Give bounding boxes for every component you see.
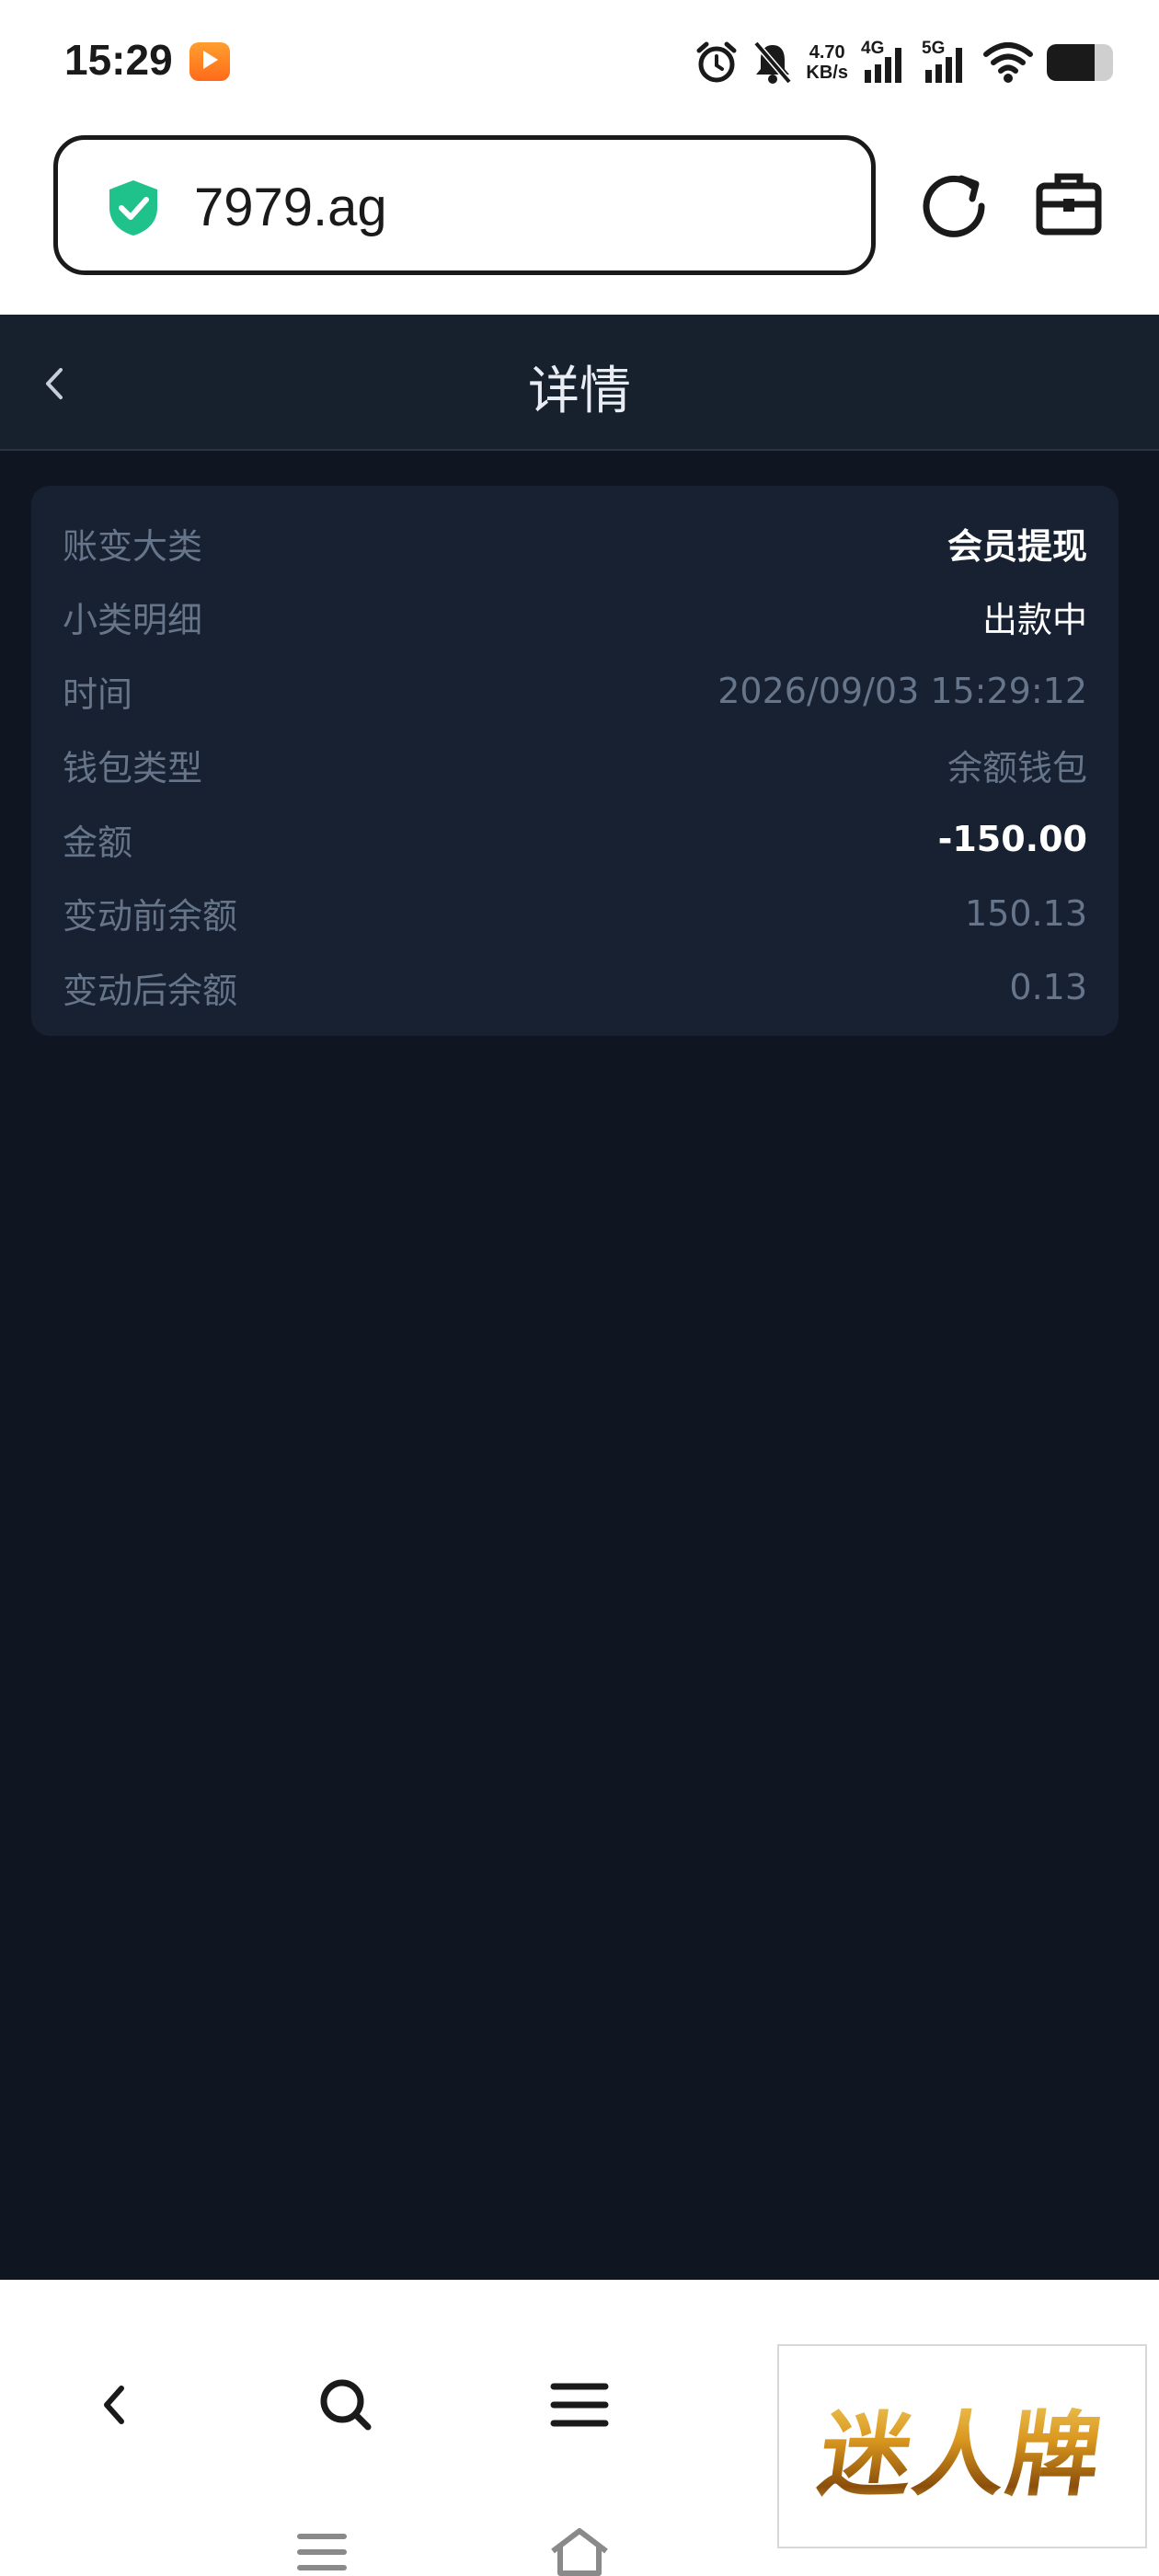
page-header: 详情 [0, 315, 1159, 451]
status-icons: 4.70 KB/s 4G 5G [694, 37, 1113, 88]
browser-toolbar: 7979.ag [0, 124, 1159, 315]
menu-icon [297, 2534, 347, 2570]
detail-card: 账变大类 会员提现 小类明细 出款中 时间 2026/09/03 15:29:1… [31, 486, 1119, 1036]
reload-button[interactable] [915, 166, 993, 243]
menu-icon [550, 2383, 609, 2427]
toolbox-button[interactable] [1030, 166, 1107, 243]
nav-menu-button[interactable] [534, 2359, 625, 2451]
detail-value: 150.13 [965, 892, 1087, 934]
home-icon [551, 2528, 608, 2576]
status-bar: 15:29 4.70 KB/s 4G 5G [0, 0, 1159, 124]
detail-row: 小类明细 出款中 [63, 581, 1087, 655]
signal-bars-icon [925, 48, 962, 83]
detail-label: 小类明细 [63, 600, 203, 641]
reload-icon [923, 175, 985, 237]
alarm-icon [696, 41, 737, 83]
system-home-button[interactable] [534, 2506, 625, 2576]
signal-bars-icon [865, 48, 901, 83]
status-time: 15:29 [64, 36, 173, 84]
detail-row: 变动后余额 0.13 [63, 950, 1087, 1025]
detail-value: -150.00 [937, 819, 1087, 860]
detail-page: 详情 账变大类 会员提现 小类明细 出款中 时间 2026/09/03 15:2… [0, 315, 1159, 2280]
video-app-icon [189, 42, 230, 81]
detail-label: 变动后余额 [63, 970, 238, 1011]
network-speed: 4.70 KB/s [806, 42, 848, 83]
detail-label: 变动前余额 [63, 896, 238, 937]
nav-back-button[interactable] [70, 2359, 162, 2451]
detail-label: 钱包类型 [63, 748, 203, 789]
bell-mute-icon [753, 40, 793, 85]
detail-row: 时间 2026/09/03 15:29:12 [63, 654, 1087, 729]
signal-4g: 4G [861, 39, 909, 85]
detail-row: 变动前余额 150.13 [63, 877, 1087, 951]
search-icon [320, 2379, 372, 2431]
watermark-logo: 迷人牌 [777, 2344, 1147, 2548]
shield-check-icon [109, 180, 157, 236]
network-speed-unit: KB/s [806, 63, 848, 83]
battery-icon [1047, 44, 1113, 81]
chevron-left-icon [104, 2386, 124, 2424]
toolbox-icon [1036, 173, 1102, 236]
wifi-icon [983, 42, 1033, 83]
detail-value: 余额钱包 [947, 748, 1087, 789]
signal-5g: 5G [922, 39, 970, 85]
system-menu-button[interactable] [276, 2506, 368, 2576]
detail-value: 会员提现 [947, 525, 1087, 567]
watermark-text: 迷人牌 [812, 2380, 1112, 2513]
network-speed-value: 4.70 [809, 42, 845, 63]
detail-label: 时间 [63, 673, 133, 715]
detail-row: 钱包类型 余额钱包 [63, 729, 1087, 803]
url-text: 7979.ag [194, 178, 387, 237]
battery-level [1047, 44, 1095, 81]
nav-search-button[interactable] [300, 2359, 392, 2451]
detail-label: 金额 [63, 822, 133, 863]
detail-value: 出款中 [981, 600, 1087, 641]
page-title: 详情 [528, 362, 631, 421]
detail-value: 2026/09/03 15:29:12 [717, 671, 1087, 712]
detail-label: 账变大类 [63, 525, 203, 567]
detail-value: 0.13 [1009, 967, 1087, 1008]
address-bar[interactable]: 7979.ag [53, 135, 876, 275]
detail-row: 金额 -150.00 [63, 802, 1087, 877]
detail-row: 账变大类 会员提现 [63, 506, 1087, 581]
